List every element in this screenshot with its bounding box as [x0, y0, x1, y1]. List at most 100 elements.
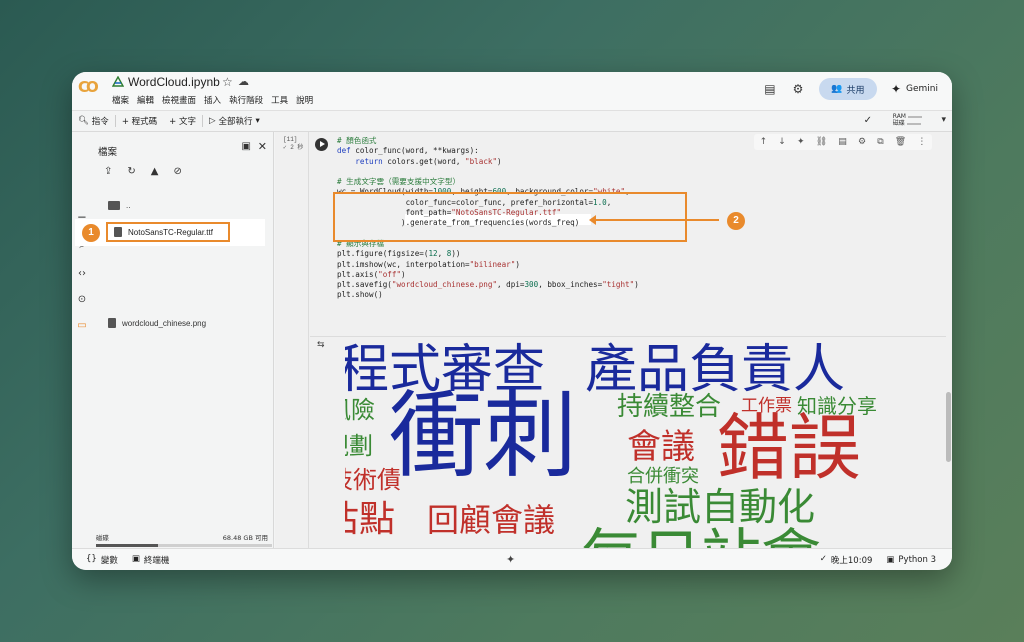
- menu-help[interactable]: 說明: [296, 94, 313, 106]
- runtime-status[interactable]: ▣ Python 3: [886, 555, 936, 565]
- wordcloud-word: 回顧會議: [427, 501, 556, 539]
- gemini-label: Gemini: [906, 84, 938, 94]
- wordcloud-word: 持續整合: [617, 392, 722, 422]
- code-line: plt.axis("off"): [337, 269, 406, 279]
- exec-time-label: ✓ 2 秒: [283, 144, 304, 151]
- add-text-button[interactable]: + 文字: [163, 115, 202, 127]
- hide-icon[interactable]: ⊘: [173, 166, 181, 177]
- ram-label: RAM: [892, 113, 906, 120]
- runtime-label: Python 3: [898, 555, 936, 565]
- more-icon[interactable]: ⋮: [917, 137, 926, 147]
- wordcloud-word: 規劃: [345, 432, 373, 460]
- braces-icon: {}: [86, 554, 97, 564]
- move-down-icon[interactable]: ↓: [778, 137, 786, 147]
- code-line: # 顏色函式: [337, 136, 377, 145]
- run-cell-button[interactable]: [315, 138, 328, 151]
- command-palette-button[interactable]: 🔍︎ 指令: [72, 115, 115, 127]
- mirror-icon[interactable]: ⧉: [877, 137, 883, 147]
- notebook-toolbar: 🔍︎ 指令 + 程式碼 + 文字 ▷ 全部執行 ▾ ✓ RAM 磁碟 ▾: [72, 110, 952, 132]
- search-icon: 🔍︎: [78, 116, 89, 126]
- link-icon[interactable]: ⛓: [816, 137, 827, 147]
- drive-icon: [112, 76, 124, 87]
- files-panel-title: 檔案: [98, 147, 118, 158]
- top-right-actions: ▤ ⚙ 👥 共用 ✦ Gemini: [763, 78, 938, 100]
- command-label: 指令: [91, 117, 109, 127]
- annotation-arrow: [589, 215, 719, 225]
- secrets-icon[interactable]: ⊙: [76, 294, 88, 306]
- code-line: def color_func(word, **kwargs):: [337, 146, 479, 156]
- editor-scrollbar[interactable]: [946, 392, 951, 462]
- move-up-icon[interactable]: ↑: [760, 137, 768, 147]
- disk-usage-bar: [96, 544, 272, 547]
- wordcloud-word: 錯誤: [717, 406, 862, 490]
- add-code-button[interactable]: + 程式碼: [116, 115, 163, 127]
- folder-icon[interactable]: ▭: [76, 320, 88, 332]
- menu-runtime[interactable]: 執行階段: [229, 94, 263, 106]
- gear-icon[interactable]: ⚙: [791, 82, 805, 96]
- star-icon[interactable]: ☆: [222, 75, 233, 89]
- variables-button[interactable]: {} 變數: [86, 554, 118, 566]
- list-item[interactable]: ..: [108, 198, 130, 212]
- wordcloud-word: 風險: [345, 396, 375, 424]
- menu-edit[interactable]: 編輯: [137, 94, 154, 106]
- cloud-saved-icon[interactable]: ☁: [238, 75, 249, 88]
- output-menu-icon[interactable]: ⇆: [317, 340, 325, 350]
- people-icon: 👥: [831, 84, 843, 94]
- checkmark-icon: ✓: [819, 554, 827, 564]
- menu-view[interactable]: 檢視畫面: [162, 94, 196, 106]
- code-snippets-icon[interactable]: ‹›: [76, 268, 88, 280]
- share-button[interactable]: 👥 共用: [818, 78, 877, 100]
- disk-free: 68.48 GB 可用: [222, 534, 268, 542]
- code-line: return colors.get(word, "black"): [355, 156, 502, 166]
- list-item[interactable]: wordcloud_chinese.png: [108, 316, 206, 330]
- code-line: plt.show(): [337, 290, 383, 300]
- disk-usage: 磁碟 68.48 GB 可用: [96, 532, 272, 547]
- terminal-icon: ▣: [131, 554, 140, 564]
- menu-file[interactable]: 檔案: [112, 94, 129, 106]
- wordcloud-word: 衝刺: [389, 382, 578, 491]
- trash-icon[interactable]: 🗑︎: [895, 137, 906, 147]
- last-run-status[interactable]: ✓ 晚上10:09: [820, 554, 873, 566]
- wordcloud-word: 估點: [345, 499, 396, 540]
- folder-icon: [108, 200, 120, 210]
- wordcloud-word: 測試自動化: [625, 485, 816, 529]
- gemini-button[interactable]: ✦ Gemini: [891, 82, 938, 96]
- chevron-down-icon[interactable]: ▾: [256, 116, 260, 126]
- open-in-tab-icon[interactable]: ▣: [242, 141, 251, 152]
- resource-monitor[interactable]: RAM 磁碟: [893, 113, 922, 127]
- comment-icon[interactable]: ▤: [838, 137, 847, 147]
- comment-icon[interactable]: ▤: [763, 82, 777, 96]
- gear-icon[interactable]: ⚙: [858, 137, 866, 147]
- chevron-down-icon[interactable]: ▾: [941, 115, 946, 125]
- status-bar-right: ✓ 晚上10:09 ▣ Python 3: [820, 554, 936, 566]
- sparkle-icon[interactable]: ✦: [797, 137, 805, 147]
- file-browser-panel: 檔案 ▣ ✕ ⇪ ↻ ▲ ⊘ .. ▸ sample_data wordclou…: [92, 132, 274, 548]
- title-bar: CO WordCloud.ipynb ☆ ☁ 檔案 編輯 檢視畫面 插入 執行階…: [72, 72, 952, 110]
- menu-bar: 檔案 編輯 檢視畫面 插入 執行階段 工具 說明: [112, 94, 313, 106]
- cell-gutter: [11] ✓ 2 秒: [275, 132, 309, 548]
- run-all-button[interactable]: ▷ 全部執行 ▾: [203, 115, 266, 127]
- file-name: ..: [126, 200, 131, 210]
- wordcloud-word: 產品負責人: [585, 340, 846, 400]
- list-item-highlighted[interactable]: NotoSansTC-Regular.ttf: [106, 222, 230, 242]
- notebook-filename[interactable]: WordCloud.ipynb: [128, 75, 220, 89]
- mount-drive-icon[interactable]: ▲: [151, 166, 159, 177]
- wordcloud-image: 程式審查 產品負責人 衝刺 錯誤 風險 規劃 技術債 估點 回顧會議 持續整合 …: [345, 338, 945, 548]
- menu-insert[interactable]: 插入: [204, 94, 221, 106]
- sparkle-icon[interactable]: ✦: [506, 553, 515, 566]
- terminal-label: 終端機: [143, 556, 170, 566]
- disk-label: 磁碟: [892, 120, 905, 127]
- close-icon[interactable]: ✕: [258, 140, 267, 153]
- refresh-icon[interactable]: ↻: [127, 166, 135, 177]
- terminal-icon: ▣: [886, 555, 895, 565]
- menu-tools[interactable]: 工具: [271, 94, 288, 106]
- file-icon: [114, 227, 122, 237]
- terminal-button[interactable]: ▣ 終端機: [132, 554, 170, 566]
- left-rail: ☰ ⌕ ‹› ⊙ ▭: [72, 132, 92, 548]
- disk-bar: [906, 122, 921, 125]
- upload-icon[interactable]: ⇪: [104, 166, 112, 177]
- exec-count-label: [11]: [283, 136, 298, 143]
- ram-bar: [908, 115, 922, 118]
- colab-logo[interactable]: CO: [78, 78, 102, 96]
- sparkle-icon: ✦: [890, 82, 902, 96]
